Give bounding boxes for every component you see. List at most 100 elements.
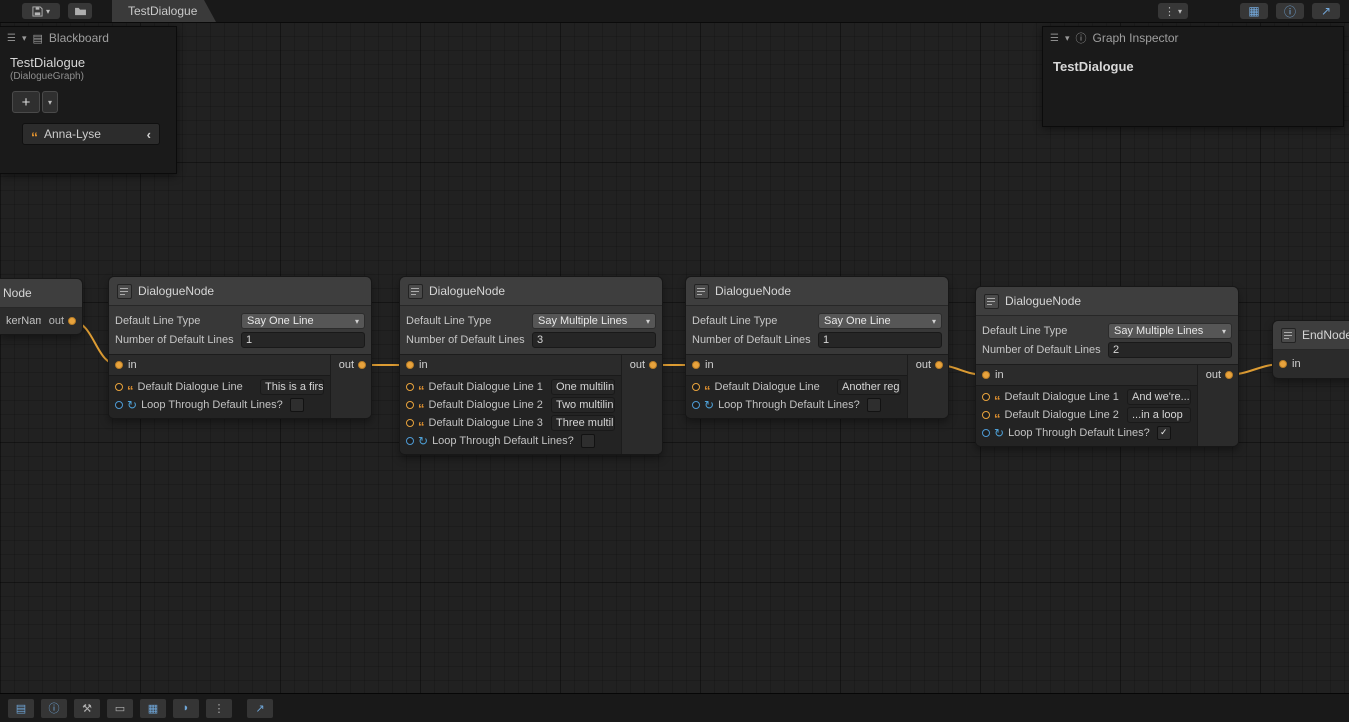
tools-icon: ⚒ — [82, 702, 92, 715]
out-port[interactable] — [935, 361, 943, 369]
line-input[interactable]: Two multiline — [551, 397, 615, 413]
blackboard-button[interactable]: ▤ — [8, 699, 34, 718]
line-type-label: Default Line Type — [115, 315, 241, 327]
loop-port[interactable] — [692, 401, 700, 409]
in-port[interactable] — [1279, 360, 1287, 368]
line-port[interactable] — [982, 411, 990, 419]
inspector-button[interactable]: ⓘ — [41, 699, 67, 718]
out-port[interactable] — [358, 361, 366, 369]
add-property-caret[interactable]: ▾ — [42, 91, 58, 113]
line-input[interactable]: ...in a loop — [1127, 407, 1191, 423]
collapse-chevron-icon[interactable]: ▾ — [1065, 33, 1070, 44]
loop-icon: ↻ — [704, 399, 714, 411]
node-title: DialogueNode — [1005, 294, 1081, 308]
line-count-input[interactable]: 3 — [532, 332, 656, 348]
dialogue-node-3[interactable]: DialogueNode Default Line Type Say One L… — [685, 276, 949, 419]
window-button[interactable]: ▭ — [107, 699, 133, 718]
dialogue-button[interactable]: ◗ — [173, 699, 199, 718]
in-port[interactable] — [692, 361, 700, 369]
node-title: Node — [0, 279, 82, 308]
out-label: out — [339, 359, 354, 371]
blackboard-graph-name: TestDialogue — [10, 55, 166, 70]
kebab-icon: ⋮ — [1164, 5, 1175, 18]
dialogue-line-row: “ Default Dialogue Line 2 ...in a loop — [976, 406, 1197, 424]
out-label: out — [1206, 369, 1221, 381]
loop-row: ↻ Loop Through Default Lines? — [109, 396, 330, 413]
open-external-button[interactable]: ↗ — [247, 699, 273, 718]
grid-button[interactable]: ▦ — [140, 699, 166, 718]
line-port[interactable] — [115, 383, 123, 391]
open-asset-button[interactable] — [68, 3, 92, 19]
loop-port[interactable] — [982, 429, 990, 437]
loop-checkbox[interactable]: ✓ — [1157, 426, 1171, 440]
line-port[interactable] — [406, 383, 414, 391]
node-title: DialogueNode — [138, 284, 214, 298]
inspector-header[interactable]: ☰ ▾ ⓘ Graph Inspector — [1043, 27, 1343, 49]
chevron-down-icon: ▾ — [1222, 327, 1226, 336]
line-input[interactable]: Three multili — [551, 415, 615, 431]
line-count-label: Number of Default Lines — [406, 334, 532, 346]
tools-button[interactable]: ⚒ — [74, 699, 100, 718]
loop-checkbox[interactable] — [581, 434, 595, 448]
blackboard-header[interactable]: ☰ ▾ ▤ Blackboard — [0, 27, 176, 49]
line-input[interactable]: One multiline — [551, 379, 615, 395]
blackboard-field-anna-lyse[interactable]: “ Anna-Lyse ‹ — [22, 123, 160, 145]
hamburger-icon[interactable]: ☰ — [7, 33, 16, 44]
line-label: Default Dialogue Line 2 — [1005, 409, 1119, 421]
kebab-icon: ⋮ — [214, 702, 225, 715]
loop-row: ↻ Loop Through Default Lines? ✓ — [976, 424, 1197, 441]
dialogue-script-icon — [694, 284, 709, 299]
end-node[interactable]: EndNode in — [1272, 320, 1349, 379]
tab-testdialogue[interactable]: TestDialogue — [112, 0, 216, 22]
out-port[interactable] — [649, 361, 657, 369]
out-port[interactable] — [68, 317, 76, 325]
dropdown-value: Say Multiple Lines — [1114, 325, 1203, 337]
in-label: in — [419, 359, 428, 371]
line-port[interactable] — [406, 419, 414, 427]
in-port[interactable] — [406, 361, 414, 369]
line-input[interactable]: Another regu — [837, 379, 901, 395]
line-port[interactable] — [692, 383, 700, 391]
loop-icon: ↻ — [127, 399, 137, 411]
line-count-label: Number of Default Lines — [982, 344, 1108, 356]
quote-icon: “ — [994, 417, 1001, 421]
hamburger-icon[interactable]: ☰ — [1050, 33, 1059, 44]
line-type-dropdown[interactable]: Say Multiple Lines ▾ — [1108, 323, 1232, 339]
in-port[interactable] — [115, 361, 123, 369]
out-port[interactable] — [1225, 371, 1233, 379]
line-port[interactable] — [982, 393, 990, 401]
collapse-chevron-icon[interactable]: ▾ — [22, 33, 27, 44]
line-count-input[interactable]: 1 — [241, 332, 365, 348]
line-input[interactable]: And we're... — [1127, 389, 1191, 405]
inspector-toggle-button[interactable]: ⓘ — [1276, 3, 1304, 19]
more-button[interactable]: ⋮ — [206, 699, 232, 718]
line-port[interactable] — [406, 401, 414, 409]
in-label: in — [1292, 358, 1301, 370]
line-type-dropdown[interactable]: Say One Line ▾ — [241, 313, 365, 329]
line-input[interactable]: This is a first — [260, 379, 324, 395]
dialogue-node-2[interactable]: DialogueNode Default Line Type Say Multi… — [399, 276, 663, 455]
in-port[interactable] — [982, 371, 990, 379]
chevron-left-icon[interactable]: ‹ — [147, 127, 151, 142]
line-type-dropdown[interactable]: Say One Line ▾ — [818, 313, 942, 329]
overflow-menu-button[interactable]: ⋮ ▾ — [1158, 3, 1188, 19]
dialogue-node-1[interactable]: DialogueNode Default Line Type Say One L… — [108, 276, 372, 419]
save-button[interactable]: ▾ — [22, 3, 60, 19]
add-property-button[interactable]: + — [12, 91, 40, 113]
quote-icon: “ — [127, 389, 134, 393]
line-count-input[interactable]: 1 — [818, 332, 942, 348]
line-count-input[interactable]: 2 — [1108, 342, 1232, 358]
loop-checkbox[interactable] — [867, 398, 881, 412]
blackboard-icon: ▤ — [33, 32, 43, 45]
speaker-node[interactable]: Node kerName out — [0, 278, 83, 335]
maximize-button[interactable]: ↗ — [1312, 3, 1340, 19]
out-label: out — [49, 315, 64, 327]
blackboard-toggle-button[interactable]: ▦ — [1240, 3, 1268, 19]
dialogue-line-row: “ Default Dialogue Line Another regu — [686, 378, 907, 396]
line-type-dropdown[interactable]: Say Multiple Lines ▾ — [532, 313, 656, 329]
loop-row: ↻ Loop Through Default Lines? — [400, 432, 621, 449]
loop-port[interactable] — [115, 401, 123, 409]
loop-port[interactable] — [406, 437, 414, 445]
loop-checkbox[interactable] — [290, 398, 304, 412]
dialogue-node-4[interactable]: DialogueNode Default Line Type Say Multi… — [975, 286, 1239, 447]
